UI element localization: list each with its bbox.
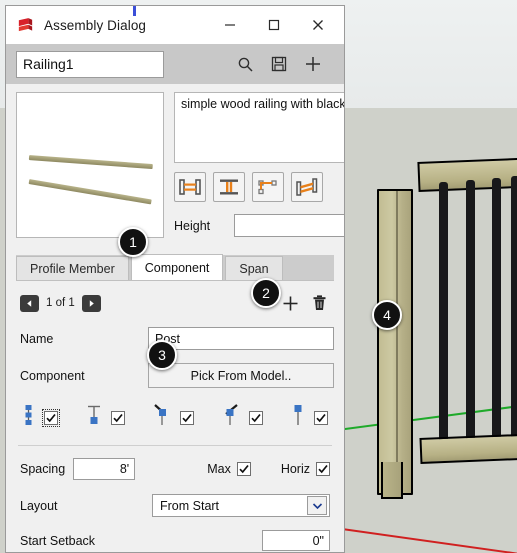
description-section: simple wood railing with black spindles bbox=[174, 92, 344, 238]
add-component-button[interactable] bbox=[279, 292, 301, 314]
anchor-checkbox[interactable] bbox=[249, 410, 263, 425]
component-label: Component bbox=[20, 368, 85, 383]
anchor-toggle[interactable] bbox=[291, 404, 328, 431]
preview-rail-upper bbox=[28, 155, 153, 170]
window-top-marker bbox=[133, 6, 136, 16]
anchor-vertical-icon bbox=[22, 404, 35, 431]
spindle[interactable] bbox=[439, 182, 448, 450]
screen: Assembly Dialog Railing1 simple wood rai… bbox=[0, 0, 517, 553]
tab-profile-member[interactable]: Profile Member bbox=[16, 256, 129, 280]
horiz-checkbox[interactable] bbox=[316, 462, 330, 476]
anchor-bottom-icon bbox=[86, 404, 102, 431]
setback-input[interactable] bbox=[262, 530, 330, 551]
dialog-title: Assembly Dialog bbox=[44, 17, 147, 33]
spindle[interactable] bbox=[511, 176, 517, 450]
divider bbox=[18, 445, 332, 446]
post-foot bbox=[381, 462, 403, 499]
max-label: Max bbox=[207, 462, 231, 476]
spindle[interactable] bbox=[492, 178, 501, 450]
component-tab-panel: 1 of 1 Name Post Component Pick From Mod… bbox=[16, 281, 334, 552]
anchor-checkbox[interactable] bbox=[180, 410, 194, 425]
assembly-preview[interactable] bbox=[16, 92, 164, 238]
anchor-slope-down-icon bbox=[153, 404, 171, 431]
trash-icon[interactable] bbox=[308, 292, 330, 314]
max-checkbox[interactable] bbox=[236, 462, 251, 476]
spacing-row: Spacing Max Horiz bbox=[16, 458, 334, 480]
callout-badge-2: 2 bbox=[251, 278, 281, 308]
preview-section: simple wood railing with black spindles bbox=[16, 92, 344, 238]
layout-label: Layout bbox=[20, 498, 58, 513]
anchor-toggle[interactable] bbox=[22, 404, 60, 431]
minimize-icon[interactable] bbox=[208, 7, 252, 43]
anchor-checkbox[interactable] bbox=[42, 408, 60, 427]
tab-label: Span bbox=[239, 261, 269, 276]
spacing-label: Spacing bbox=[20, 462, 66, 476]
spindle[interactable] bbox=[466, 180, 475, 450]
pick-from-model-button[interactable]: Pick From Model.. bbox=[148, 363, 334, 388]
height-row: Height bbox=[174, 213, 344, 238]
anchor-slope-up-icon bbox=[222, 404, 240, 431]
tab-label: Profile Member bbox=[30, 261, 115, 276]
component-name-input[interactable] bbox=[148, 327, 334, 350]
plus-icon[interactable] bbox=[296, 49, 330, 79]
callout-badge-4: 4 bbox=[372, 300, 402, 330]
anchor-toggle[interactable] bbox=[153, 404, 194, 431]
anchor-top-icon bbox=[291, 404, 305, 431]
dialog-body: simple wood railing with black spindles bbox=[6, 84, 344, 552]
anchor-checkbox[interactable] bbox=[111, 410, 125, 425]
tab-component[interactable]: Component bbox=[130, 254, 224, 280]
spacing-input[interactable] bbox=[73, 458, 136, 480]
rail-angled-icon[interactable] bbox=[291, 172, 323, 202]
arrow-left-icon[interactable] bbox=[20, 294, 39, 312]
component-field-row: Component Pick From Model.. bbox=[16, 363, 334, 388]
callout-badge-3: 3 bbox=[147, 340, 177, 370]
rail-center-icon[interactable] bbox=[213, 172, 245, 202]
horiz-label: Horiz bbox=[280, 462, 310, 476]
callout-badge-1: 1 bbox=[118, 227, 148, 257]
component-nav-row: 1 of 1 bbox=[16, 292, 334, 314]
layout-select[interactable]: From Start bbox=[152, 494, 330, 517]
horiz-toggle[interactable]: Horiz bbox=[281, 462, 330, 476]
tab-bar: Profile Member Component Span bbox=[16, 254, 334, 281]
chevron-down-icon[interactable] bbox=[307, 496, 327, 515]
tab-label: Component bbox=[144, 260, 210, 275]
save-icon[interactable] bbox=[262, 49, 296, 79]
max-toggle[interactable]: Max bbox=[207, 462, 251, 476]
arrow-right-icon[interactable] bbox=[81, 294, 101, 312]
tab-span[interactable]: Span bbox=[225, 256, 283, 280]
dialog-toolbar bbox=[6, 44, 344, 84]
close-icon[interactable] bbox=[296, 7, 340, 43]
layout-value: From Start bbox=[160, 498, 220, 513]
layout-row: Layout From Start bbox=[16, 494, 334, 517]
dialog-titlebar[interactable]: Assembly Dialog bbox=[6, 6, 344, 44]
rail-both-ends-icon[interactable] bbox=[174, 172, 206, 202]
setback-group: Start SetbackJunction SetbackUse Advance… bbox=[16, 530, 334, 552]
height-input[interactable] bbox=[234, 214, 344, 237]
anchor-toggle-row bbox=[16, 404, 334, 431]
name-label: Name bbox=[20, 331, 54, 346]
assembly-dialog-window: Assembly Dialog Railing1 simple wood rai… bbox=[5, 5, 345, 553]
setback-row: Start Setback bbox=[16, 530, 334, 551]
shape-button-group bbox=[174, 172, 344, 202]
railing-post[interactable] bbox=[377, 189, 413, 495]
rail-corner-icon[interactable] bbox=[252, 172, 284, 202]
bottom-rail[interactable] bbox=[419, 433, 517, 464]
maximize-icon[interactable] bbox=[252, 7, 296, 43]
sketchup-logo-icon bbox=[16, 16, 35, 35]
preview-rail-lower bbox=[28, 179, 152, 205]
post-edge-line bbox=[396, 191, 398, 493]
assembly-name-input[interactable] bbox=[16, 50, 164, 78]
anchor-toggle[interactable] bbox=[86, 404, 125, 431]
setback-label: Start Setback bbox=[20, 533, 96, 548]
anchor-checkbox[interactable] bbox=[314, 410, 328, 425]
anchor-toggle[interactable] bbox=[222, 404, 263, 431]
component-counter: 1 of 1 bbox=[46, 297, 75, 309]
search-icon[interactable] bbox=[228, 49, 262, 79]
height-label: Height bbox=[174, 218, 211, 233]
description-text[interactable]: simple wood railing with black spindles bbox=[174, 92, 344, 163]
